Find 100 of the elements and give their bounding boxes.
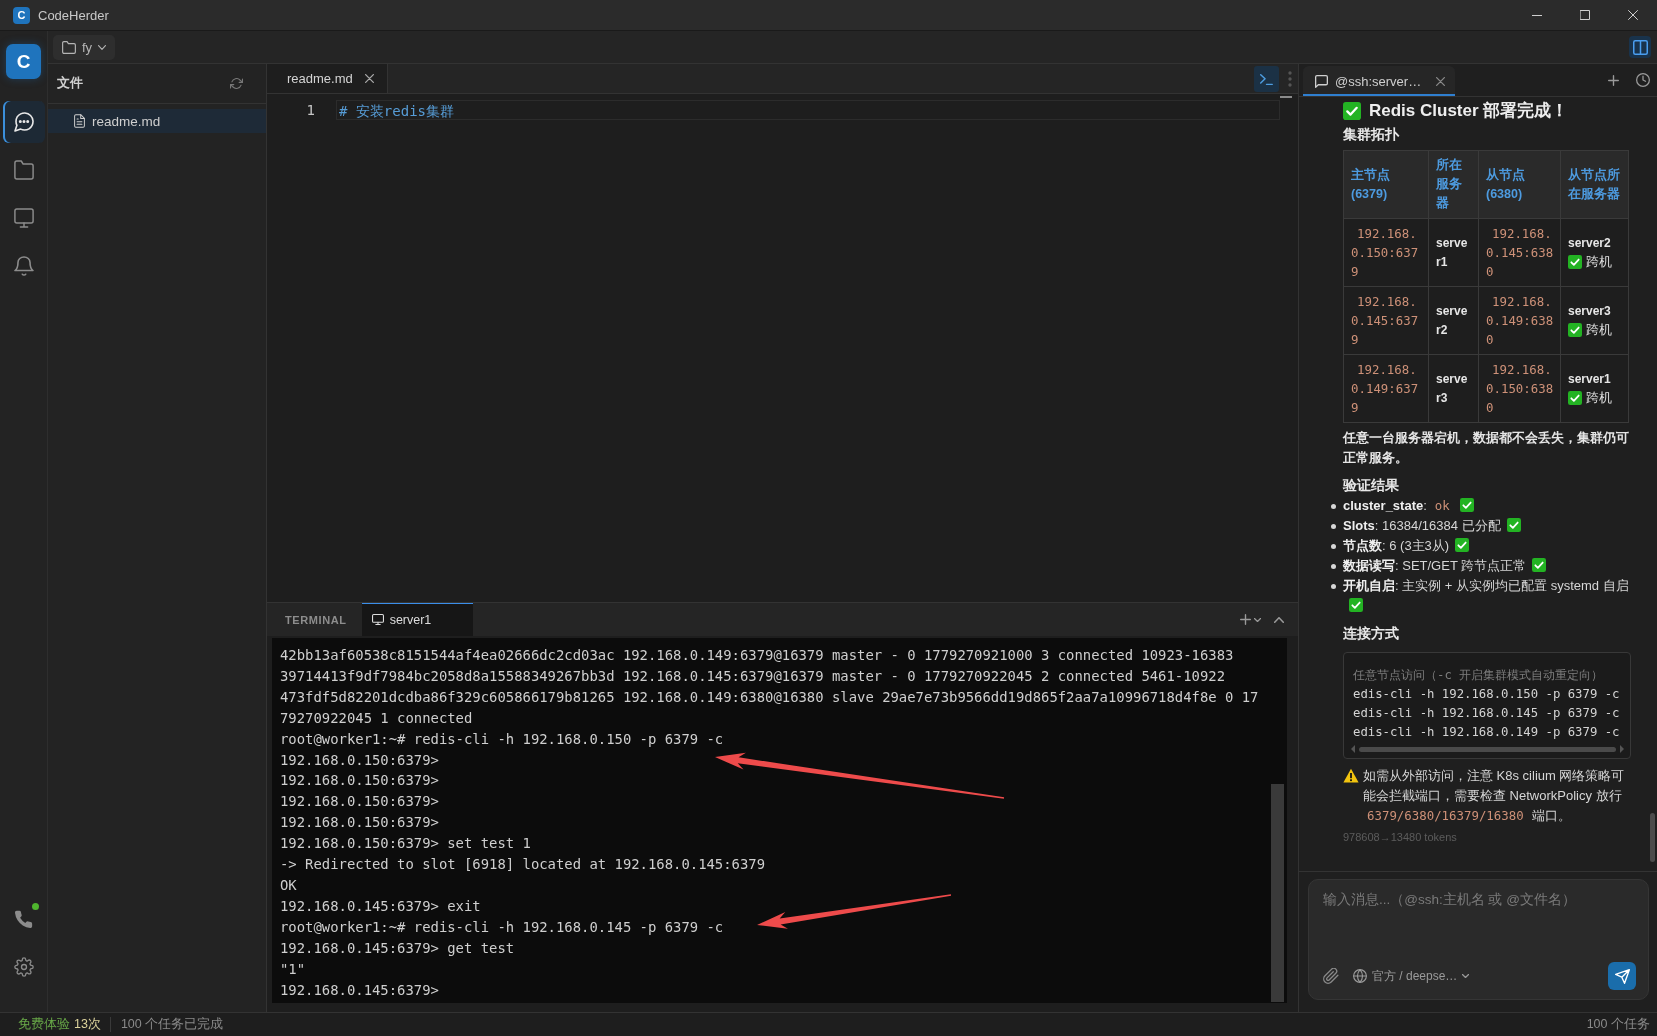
close-icon[interactable] [364, 74, 374, 83]
code-comment: 任意节点访问（-c 开启集群模式自动重定向） [1353, 667, 1605, 684]
bell-icon [13, 256, 34, 276]
table-cell: server1 [1428, 218, 1479, 287]
code-line: edis-cli -h 192.168.0.145 -p 6379 -c [1353, 705, 1621, 722]
list-item-text: cluster_state: ok [1343, 498, 1451, 513]
comment-icon [1315, 74, 1328, 88]
chat-tab[interactable] [2, 101, 45, 143]
list-item-text: 节点数: 6 (3主3从) [1343, 538, 1450, 553]
scrollbar-thumb[interactable] [1280, 96, 1292, 98]
history-icon[interactable] [1636, 73, 1650, 87]
folder-icon [62, 40, 76, 54]
table-cell: 192.168.0.150:6380 [1478, 354, 1561, 423]
table-cell: server2 [1428, 286, 1479, 355]
terminal-line: 192.168.0.150:6379> [280, 792, 439, 812]
trial-label: 免费体验 [18, 1016, 70, 1033]
panel-title: 文件 [57, 75, 83, 92]
globe-icon [1353, 969, 1367, 983]
section-heading: 验证结果 [1343, 476, 1400, 495]
attach-icon[interactable] [1323, 968, 1339, 984]
message-input[interactable]: 输入消息...（@ssh:主机名 或 @文件名） [1323, 890, 1636, 962]
file-item[interactable]: readme.md [48, 109, 266, 133]
table-cell: server3 [1428, 354, 1479, 423]
app-logo: C [13, 6, 30, 24]
chat-tab[interactable]: @ssh:server… [1303, 66, 1456, 96]
minimize-icon [1532, 14, 1542, 16]
table-cell: 192.168.0.149:6380 [1478, 286, 1561, 355]
terminal-tab[interactable]: server1 [361, 603, 474, 636]
table-cell: 192.168.0.149:6379 [1343, 354, 1429, 423]
terminal-line: 42bb13af60538c8151544af4ea02666dc2cd03ac 192.168.0.149:6379@16379 master - 0 1779270921000 3 connected 10923-16383 [280, 646, 1234, 665]
caret-left-icon[interactable] [1351, 745, 1355, 753]
app-logo[interactable]: C [6, 44, 41, 79]
terminal-line: OK [280, 875, 297, 895]
trial-count: 13次 [74, 1016, 101, 1033]
refresh-icon[interactable] [230, 78, 243, 89]
column-header: 所在服务器 [1428, 150, 1479, 219]
scrollbar-thumb[interactable] [1650, 812, 1655, 862]
code-line: edis-cli -h 192.168.0.149 -p 6379 -c [1353, 724, 1621, 741]
server-name: server3 [1568, 302, 1612, 320]
message-text: 任意一台服务器宕机，数据都不会丢失，集群仍可正常服务。 [1343, 429, 1630, 467]
send-button[interactable] [1608, 962, 1636, 990]
terminal-line: 192.168.0.150:6379> set test 1 [280, 834, 531, 854]
message-composer[interactable]: 输入消息...（@ssh:主机名 或 @文件名） 官方 / deepse… [1308, 879, 1649, 1000]
folder-icon [13, 160, 34, 180]
monitor-icon [371, 614, 384, 625]
plus-icon[interactable] [1240, 614, 1251, 625]
code-line: edis-cli -h 192.168.0.150 -p 6379 -c [1353, 686, 1621, 703]
editor-tab[interactable]: readme.md [267, 64, 388, 93]
columns-icon [1632, 39, 1648, 55]
column-header: 从节点 (6380) [1478, 150, 1561, 219]
token-count: 978608→13480 tokens [1343, 830, 1458, 844]
chat-icon [13, 112, 34, 132]
bullet-icon [1331, 544, 1336, 549]
close-icon[interactable] [1436, 76, 1446, 86]
scrollbar-thumb[interactable] [1271, 784, 1284, 1002]
chevron-down-icon[interactable] [1254, 617, 1261, 622]
section-heading: 集群拓扑 [1343, 125, 1400, 144]
terminal-line: 192.168.0.145:6379> exit [280, 896, 481, 916]
maximize-icon [1580, 10, 1590, 20]
warning-text: 如需从外部访问，注意 K8s cilium 网络策略可能会拦截端口，需要检查 NetworkPolicy 放行 6379/6380/16379/16380 端口。 [1363, 767, 1626, 825]
chevron-up-icon[interactable] [1274, 616, 1284, 623]
cross-host-label: 跨机 [1586, 389, 1612, 407]
terminal-line: 192.168.0.150:6379> [280, 771, 439, 791]
terminal-line: root@worker1:~# redis-cli -h 192.168.0.150 -p 6379 -c [280, 729, 724, 749]
bullet-icon [1331, 564, 1336, 569]
tasks-count[interactable]: 100 个任务 [1586, 1016, 1650, 1033]
window-title: CodeHerder [38, 7, 109, 23]
close-icon [1628, 10, 1638, 20]
bullet-icon [1331, 584, 1336, 589]
terminal-line: root@worker1:~# redis-cli -h 192.168.0.145 -p 6379 -c [280, 917, 724, 937]
panel-toggle-button[interactable] [1629, 36, 1651, 58]
terminal-icon [1260, 73, 1273, 85]
tasks-status: 100 个任务已完成 [120, 1016, 224, 1033]
terminal-line: 79270922045 1 connected [280, 708, 473, 728]
caret-right-icon[interactable] [1620, 745, 1624, 753]
table-cell: 192.168.0.145:6379 [1343, 286, 1429, 355]
table-cell: 192.168.0.150:6379 [1343, 218, 1429, 287]
file-icon [74, 114, 85, 128]
folder-selector[interactable]: fy [53, 34, 116, 60]
scrollbar-thumb[interactable] [1359, 746, 1616, 752]
server-name: server1 [1568, 370, 1612, 388]
bullet-icon [1331, 524, 1336, 529]
warning-icon [1343, 768, 1359, 783]
bullet-icon [1331, 504, 1336, 509]
terminal-line: 192.168.0.145:6379> [280, 980, 439, 1000]
model-selector[interactable]: 官方 / deepse… [1353, 967, 1470, 985]
terminal-line: -> Redirected to slot [6918] located at 192.168.0.145:6379 [280, 855, 766, 875]
terminal-line: 192.168.0.150:6379> [280, 813, 439, 833]
server-name: server2 [1568, 234, 1612, 252]
panel-title: TERMINAL [284, 612, 348, 628]
list-item-text: Slots: 16384/16384 已分配 [1343, 518, 1501, 533]
terminal-line: "1" [280, 959, 306, 979]
column-header: 主节点 (6379) [1343, 150, 1429, 219]
terminal-line: 192.168.0.145:6379> get test [280, 938, 515, 958]
terminal-line: 192.168.0.150:6379> [280, 750, 439, 770]
terminal-toggle-button[interactable] [1254, 66, 1279, 92]
plus-icon[interactable] [1608, 74, 1619, 86]
cross-host-label: 跨机 [1586, 321, 1612, 339]
terminal-line: 473fdf5d82201dcdba86f329c605866179b81265 192.168.0.149:6380@16380 slave 29ae7e73b9566dd19d865f2aa7a10996718d4f8e 0 17 [280, 687, 1259, 707]
line-number: 1 [305, 102, 315, 118]
